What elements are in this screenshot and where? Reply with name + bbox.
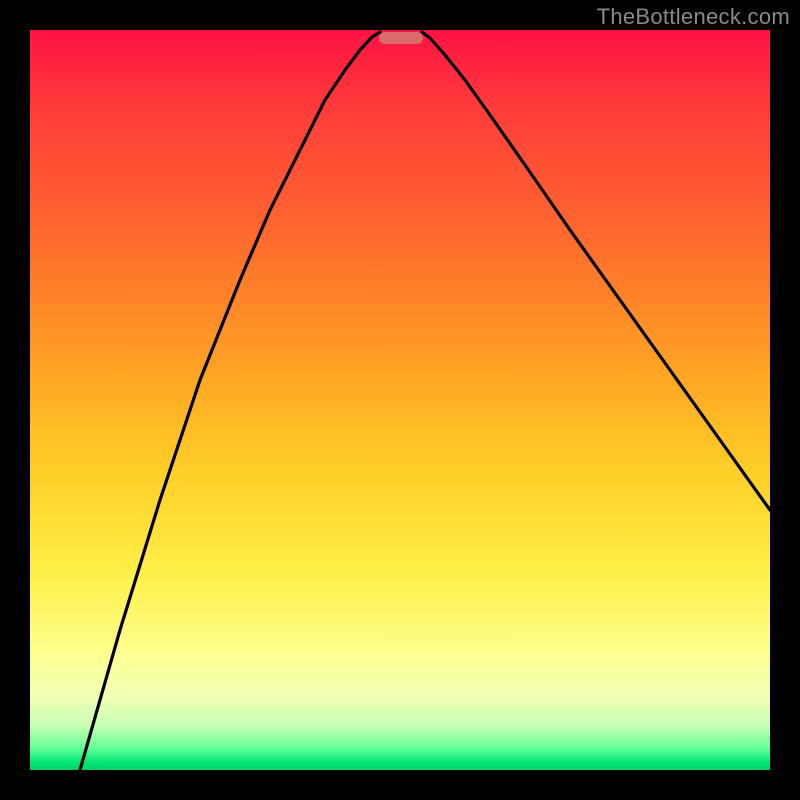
curve-layer bbox=[30, 30, 770, 770]
bottleneck-marker bbox=[379, 32, 423, 44]
left-curve bbox=[80, 32, 380, 770]
plot-area bbox=[30, 30, 770, 770]
right-curve bbox=[422, 32, 770, 510]
chart-frame: TheBottleneck.com bbox=[0, 0, 800, 800]
watermark-text: TheBottleneck.com bbox=[597, 4, 790, 30]
